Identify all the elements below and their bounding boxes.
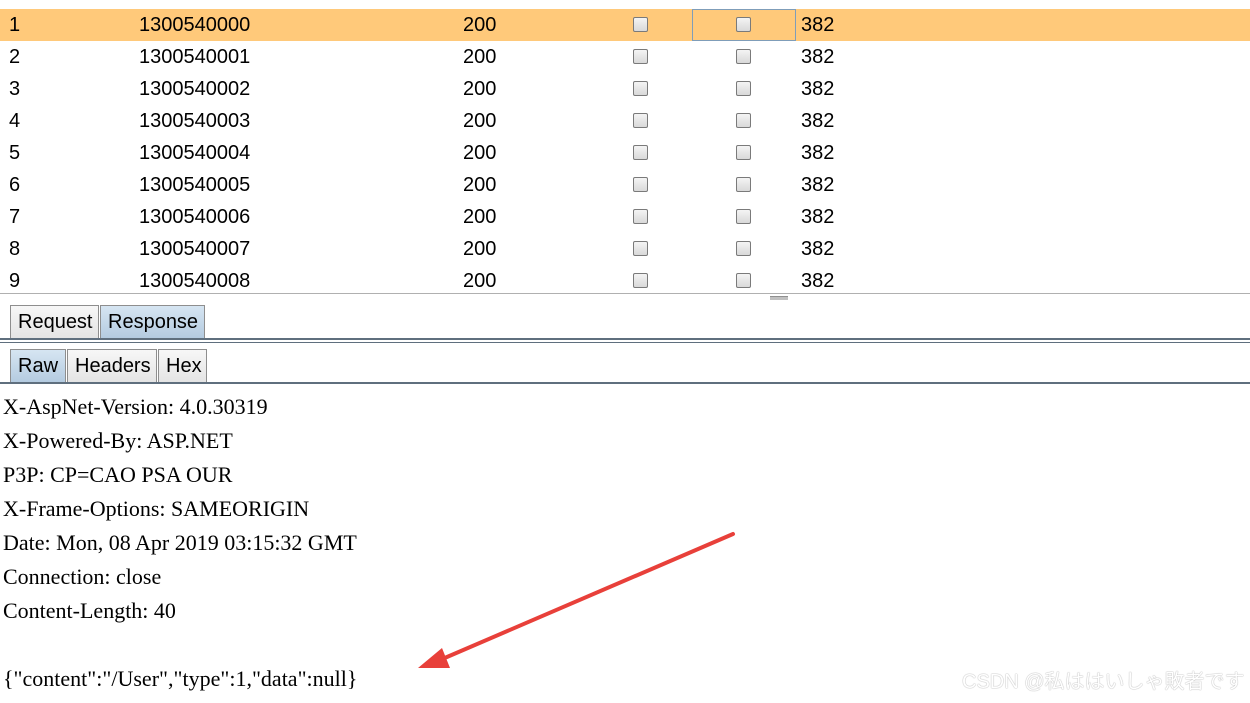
- status-cell: 200: [463, 174, 497, 196]
- response-header-line: Content-Length: 40: [3, 598, 176, 623]
- error-checkbox[interactable]: [633, 209, 648, 224]
- table-row[interactable]: 1 1300540000 200 382: [0, 9, 1250, 41]
- tab-response[interactable]: Response: [100, 305, 205, 338]
- table-row[interactable]: 5 1300540004 200 382: [0, 137, 1250, 169]
- length-cell: 382: [801, 206, 835, 228]
- view-mode-tabbar: Raw Headers Hex: [0, 342, 1250, 386]
- payload-cell: 1300540002: [139, 78, 251, 100]
- payload-cell: 1300540007: [139, 238, 251, 260]
- table-row[interactable]: 2 1300540001 200 382: [0, 41, 1250, 73]
- raw-response-pane[interactable]: X-AspNet-Version: 4.0.30319 X-Powered-By…: [0, 388, 1250, 703]
- timeout-checkbox[interactable]: [736, 273, 751, 288]
- payload-cell: 1300540003: [139, 110, 251, 132]
- tabbar-border: [0, 382, 1250, 384]
- table-row[interactable]: 6 1300540005 200 382: [0, 169, 1250, 201]
- row-number: 7: [9, 206, 21, 228]
- error-checkbox[interactable]: [633, 241, 648, 256]
- table-row[interactable]: 7 1300540006 200 382: [0, 201, 1250, 233]
- length-cell: 382: [801, 14, 835, 36]
- tab-raw[interactable]: Raw: [10, 349, 66, 382]
- length-cell: 382: [801, 270, 835, 292]
- length-cell: 382: [801, 46, 835, 68]
- response-header-line: X-AspNet-Version: 4.0.30319: [3, 394, 268, 419]
- tabbar-top-border: [0, 342, 1250, 343]
- error-checkbox[interactable]: [633, 113, 648, 128]
- table-row[interactable]: 4 1300540003 200 382: [0, 105, 1250, 137]
- payload-cell: 1300540001: [139, 46, 251, 68]
- error-checkbox[interactable]: [633, 49, 648, 64]
- table-divider: [0, 293, 1250, 294]
- row-number: 5: [9, 142, 21, 164]
- table-row[interactable]: 9 1300540008 200 382: [0, 265, 1250, 294]
- results-table: 1 1300540000 200 382 2 1300540001 200 382 3 13005…: [0, 0, 1250, 294]
- status-cell: 200: [463, 142, 497, 164]
- row-number: 4: [9, 110, 21, 132]
- table-row[interactable]: 8 1300540007 200 382: [0, 233, 1250, 265]
- length-cell: 382: [801, 78, 835, 100]
- tab-headers[interactable]: Headers: [67, 349, 157, 382]
- timeout-checkbox[interactable]: [736, 113, 751, 128]
- timeout-checkbox[interactable]: [736, 49, 751, 64]
- error-checkbox[interactable]: [633, 145, 648, 160]
- length-cell: 382: [801, 238, 835, 260]
- row-number: 6: [9, 174, 21, 196]
- length-cell: 382: [801, 110, 835, 132]
- status-cell: 200: [463, 14, 497, 36]
- timeout-checkbox[interactable]: [736, 241, 751, 256]
- status-cell: 200: [463, 46, 497, 68]
- table-row[interactable]: 3 1300540002 200 382: [0, 73, 1250, 105]
- status-cell: 200: [463, 238, 497, 260]
- request-response-tabbar: Request Response: [0, 302, 1250, 342]
- split-pane-handle[interactable]: [770, 296, 788, 300]
- timeout-checkbox[interactable]: [736, 177, 751, 192]
- tab-hex[interactable]: Hex: [158, 349, 207, 382]
- status-cell: 200: [463, 206, 497, 228]
- row-number: 2: [9, 46, 21, 68]
- payload-cell: 1300540000: [139, 14, 251, 36]
- row-number: 8: [9, 238, 21, 260]
- payload-cell: 1300540004: [139, 142, 251, 164]
- response-header-line: Connection: close: [3, 564, 162, 589]
- payload-cell: 1300540006: [139, 206, 251, 228]
- error-checkbox[interactable]: [633, 17, 648, 32]
- timeout-checkbox[interactable]: [736, 145, 751, 160]
- error-checkbox[interactable]: [633, 177, 648, 192]
- status-cell: 200: [463, 270, 497, 292]
- row-number: 9: [9, 270, 21, 292]
- error-checkbox[interactable]: [633, 81, 648, 96]
- length-cell: 382: [801, 174, 835, 196]
- tab-request[interactable]: Request: [10, 305, 99, 338]
- length-cell: 382: [801, 142, 835, 164]
- table-row-partial[interactable]: [0, 0, 1250, 8]
- payload-cell: 1300540008: [139, 270, 251, 292]
- status-cell: 200: [463, 78, 497, 100]
- response-header-line: Date: Mon, 08 Apr 2019 03:15:32 GMT: [3, 530, 357, 555]
- timeout-checkbox[interactable]: [736, 209, 751, 224]
- timeout-checkbox[interactable]: [736, 81, 751, 96]
- cell-focus-outline: [692, 9, 796, 41]
- response-header-line: X-Powered-By: ASP.NET: [3, 428, 233, 453]
- row-number: 3: [9, 78, 21, 100]
- status-cell: 200: [463, 110, 497, 132]
- payload-cell: 1300540005: [139, 174, 251, 196]
- error-checkbox[interactable]: [633, 273, 648, 288]
- watermark: CSDN @私ははいしゃ敗者です: [962, 671, 1245, 693]
- response-body: {"content":"/User","type":1,"data":null}: [3, 666, 358, 691]
- response-header-line: P3P: CP=CAO PSA OUR: [3, 462, 233, 487]
- tabbar-border: [0, 338, 1250, 340]
- response-header-line: X-Frame-Options: SAMEORIGIN: [3, 496, 310, 521]
- row-number: 1: [9, 14, 21, 36]
